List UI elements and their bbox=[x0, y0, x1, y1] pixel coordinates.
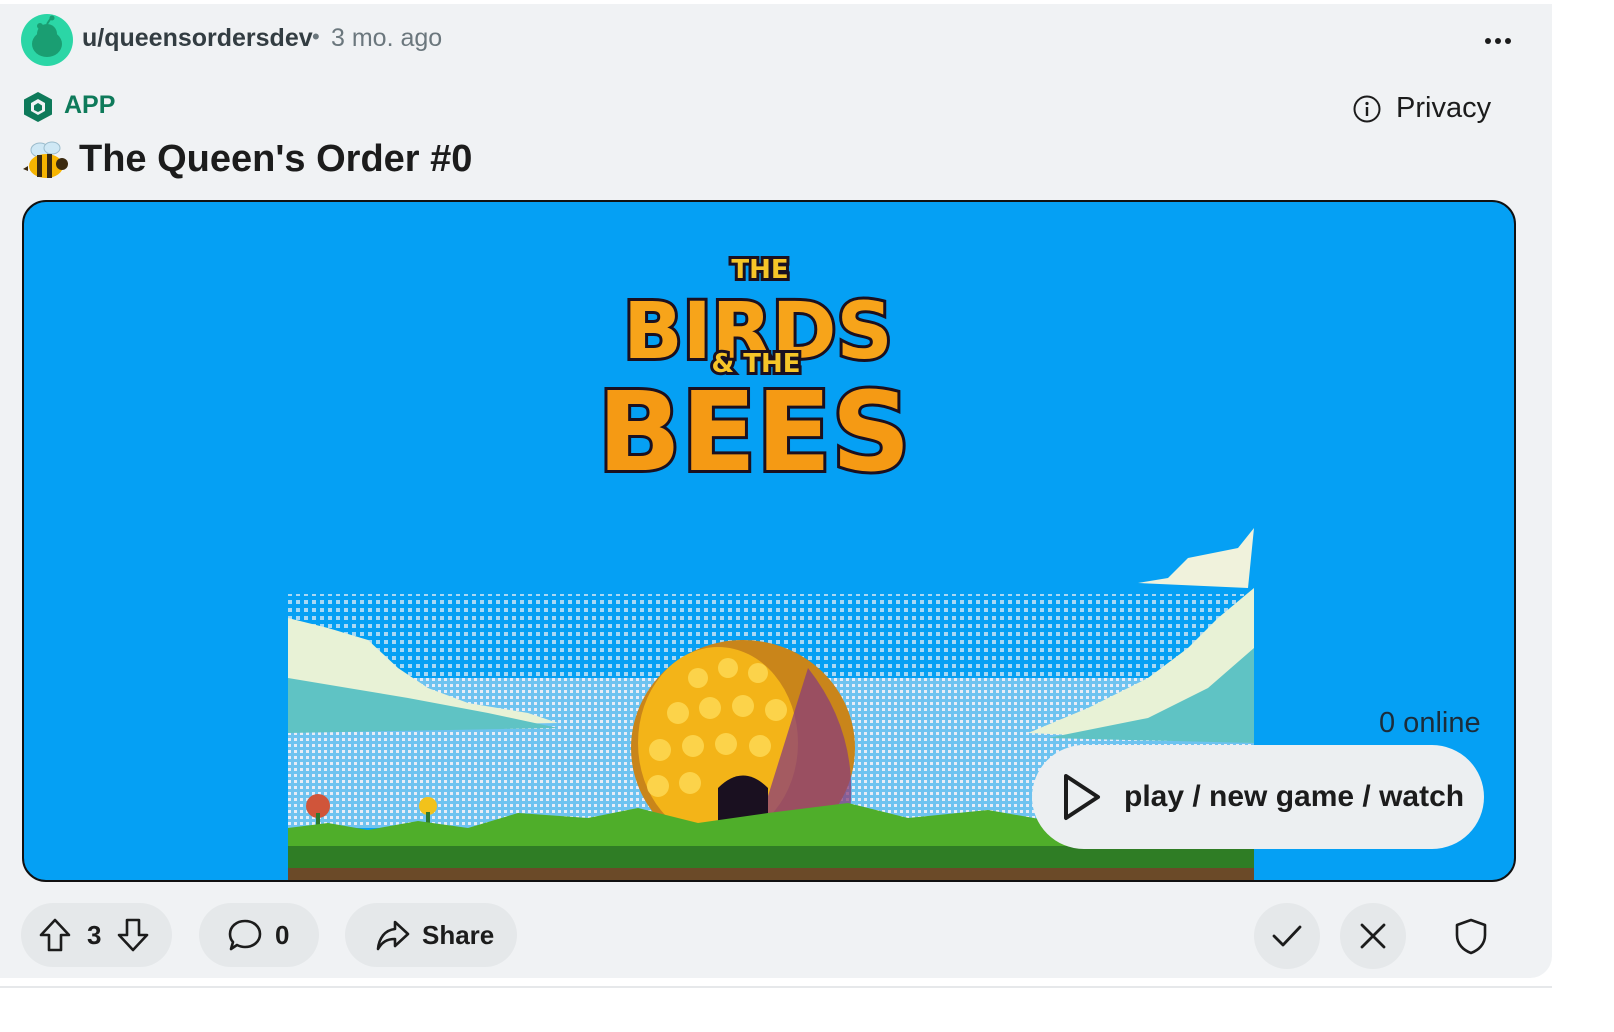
post-title[interactable]: The Queen's Order #0 bbox=[79, 138, 472, 181]
privacy-label: Privacy bbox=[1396, 92, 1492, 124]
separator-dot: • bbox=[312, 24, 320, 49]
play-icon bbox=[1064, 774, 1100, 820]
info-icon bbox=[1353, 95, 1381, 122]
play-button-label: play / new game / watch bbox=[1124, 780, 1465, 813]
privacy-button[interactable]: Privacy bbox=[1352, 92, 1491, 125]
author-link[interactable]: u/queensordersdev bbox=[82, 24, 313, 53]
vote-bar: 3 bbox=[21, 903, 172, 967]
mod-shield-button[interactable] bbox=[1438, 903, 1504, 969]
hexagon-app-icon bbox=[21, 90, 55, 124]
bee-emoji-icon bbox=[22, 138, 70, 184]
comments-button[interactable]: 0 bbox=[199, 903, 319, 967]
remove-button[interactable] bbox=[1340, 903, 1406, 969]
share-arrow-icon bbox=[376, 920, 410, 951]
close-icon bbox=[1360, 923, 1386, 949]
app-badge: APP bbox=[64, 91, 116, 119]
game-embed[interactable]: THE BIRDS & THE BEES 0 online play / new… bbox=[22, 200, 1516, 882]
share-button[interactable]: Share bbox=[345, 903, 517, 967]
logo-line-bees: BEES bbox=[597, 368, 910, 484]
speech-bubble-icon bbox=[228, 919, 262, 951]
share-label: Share bbox=[422, 919, 495, 950]
shield-icon bbox=[1455, 918, 1487, 955]
more-options-icon[interactable] bbox=[1474, 24, 1522, 58]
post-timestamp: 3 mo. ago bbox=[331, 24, 443, 52]
approve-button[interactable] bbox=[1254, 903, 1320, 969]
arrow-up-icon[interactable] bbox=[38, 917, 72, 953]
divider bbox=[0, 986, 1552, 988]
logo-line-the: THE bbox=[731, 255, 788, 285]
play-button[interactable]: play / new game / watch bbox=[1032, 745, 1484, 849]
checkmark-icon bbox=[1272, 925, 1302, 947]
avatar[interactable] bbox=[21, 14, 73, 66]
game-logo: THE BIRDS & THE BEES bbox=[594, 254, 913, 484]
vote-count: 3 bbox=[87, 919, 102, 950]
comment-count: 0 bbox=[275, 919, 290, 950]
online-count: 0 online bbox=[1379, 707, 1481, 739]
arrow-down-icon[interactable] bbox=[116, 917, 150, 953]
